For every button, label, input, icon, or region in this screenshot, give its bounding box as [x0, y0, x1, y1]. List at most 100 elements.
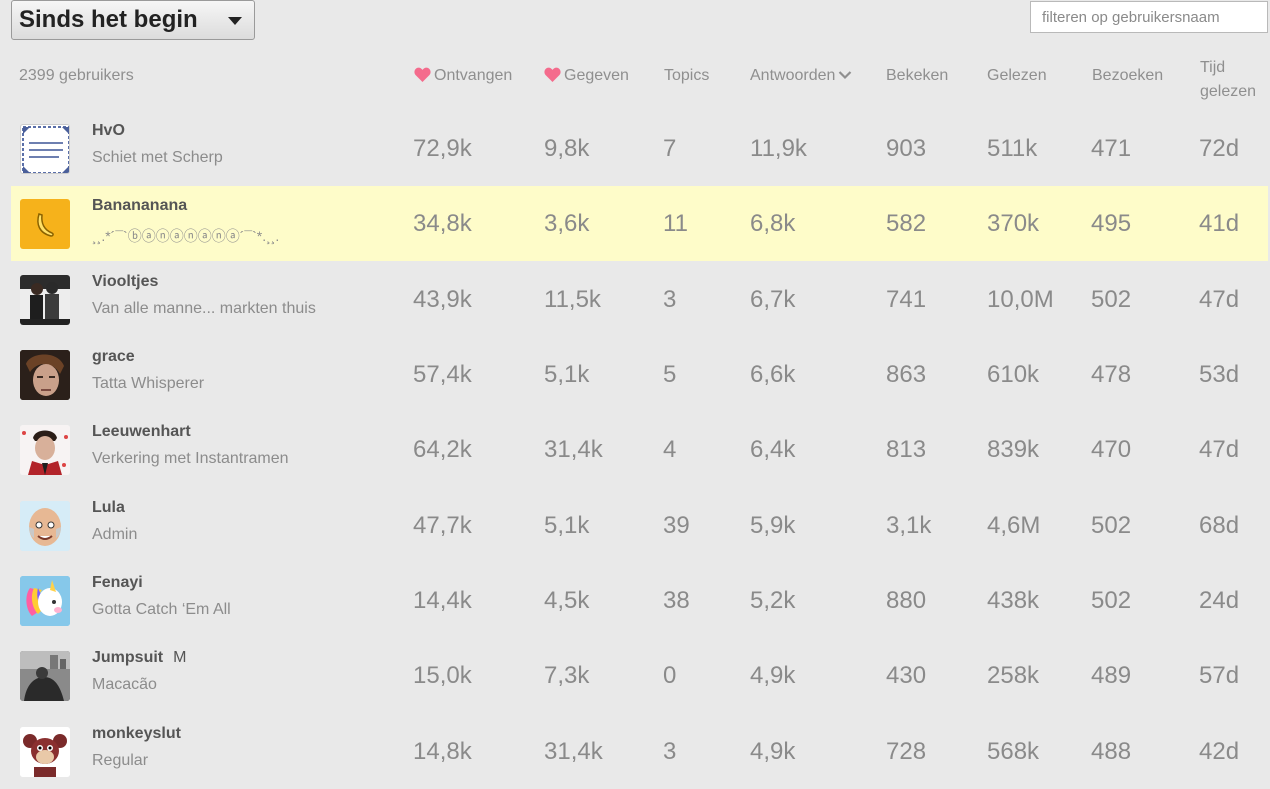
username: monkeyslut [92, 725, 181, 742]
viewed-count: 903 [886, 135, 927, 162]
time-read: 41d [1199, 210, 1240, 237]
visits-count: 502 [1091, 512, 1132, 539]
viewed-count: 813 [886, 436, 927, 463]
user-title: Van alle manne... markten thuis [92, 300, 316, 317]
username-filter-input[interactable] [1030, 1, 1268, 33]
replies-count: 6,8k [750, 210, 796, 237]
received-count: 15,0k [413, 662, 472, 689]
given-count: 5,1k [544, 512, 590, 539]
column-header-topics[interactable]: Topics [664, 67, 709, 85]
received-count: 64,2k [413, 436, 472, 463]
read-count: 258k [987, 662, 1040, 689]
column-header-given[interactable]: Gegeven [544, 67, 629, 85]
username-link[interactable]: Fenayi [92, 574, 143, 592]
column-header-time-read[interactable]: Tijd gelezen [1200, 56, 1256, 104]
read-count: 370k [987, 210, 1040, 237]
table-row: Fenayi Gotta Catch ‘Em All 14,4k 4,5k 38… [11, 563, 1268, 638]
user-count: 2399 gebruikers [19, 67, 134, 84]
username: Leeuwenhart [92, 423, 191, 440]
username-link[interactable]: monkeyslut [92, 725, 181, 743]
username: Fenayi [92, 574, 143, 591]
read-count: 511k [987, 135, 1038, 162]
replies-count: 4,9k [750, 662, 796, 689]
read-count: 610k [987, 361, 1040, 388]
tile-avatar[interactable] [20, 124, 70, 174]
given-count: 3,6k [544, 210, 590, 237]
username-link[interactable]: grace [92, 348, 135, 366]
unicorn-avatar[interactable] [20, 576, 70, 626]
user-title: Regular [92, 752, 149, 769]
bw-photo-avatar[interactable] [20, 651, 70, 701]
column-header-viewed[interactable]: Bekeken [886, 67, 948, 85]
time-read: 42d [1199, 738, 1240, 765]
table-row: Banananana ¸¸.*´¯`ⓑⓐⓝⓐⓝⓐⓝⓐ´¯`*.¸¸. 34,8k… [11, 186, 1268, 261]
time-read: 68d [1199, 512, 1240, 539]
column-header-received[interactable]: Ontvangen [414, 67, 512, 85]
replies-count: 11,9k [750, 135, 807, 162]
user-title: Gotta Catch ‘Em All [92, 601, 231, 618]
topics-count: 39 [663, 512, 690, 539]
user-title: Schiet met Scherp [92, 149, 223, 166]
caret-down-icon [228, 17, 242, 25]
replies-count: 6,6k [750, 361, 796, 388]
monkey-avatar[interactable] [20, 727, 70, 777]
bald-man-avatar[interactable] [20, 501, 70, 551]
username-link[interactable]: Viooltjes [92, 273, 158, 291]
table-row: Jumpsuit M Macacão 15,0k 7,3k 0 4,9k 430 … [11, 638, 1268, 713]
user-badge: M [173, 649, 187, 666]
topics-count: 7 [663, 135, 677, 162]
viewed-count: 880 [886, 587, 927, 614]
visits-count: 470 [1091, 436, 1132, 463]
replies-count: 6,4k [750, 436, 796, 463]
received-count: 34,8k [413, 210, 472, 237]
table-row: Lula Admin 47,7k 5,1k 39 5,9k 3,1k 4,6M … [11, 488, 1268, 563]
column-header-visits[interactable]: Bezoeken [1092, 67, 1163, 85]
replies-count: 5,9k [750, 512, 796, 539]
time-read: 47d [1199, 436, 1240, 463]
time-read: 47d [1199, 286, 1240, 313]
given-count: 11,5k [544, 286, 601, 313]
given-count: 9,8k [544, 135, 590, 162]
couple-avatar[interactable] [20, 275, 70, 325]
viewed-count: 430 [886, 662, 927, 689]
table-row: Viooltjes Van alle manne... markten thui… [11, 262, 1268, 337]
username-link[interactable]: HvO [92, 122, 125, 140]
man-avatar[interactable] [20, 425, 70, 475]
username: Banananana [92, 197, 188, 214]
received-count: 57,4k [413, 361, 472, 388]
received-count: 47,7k [413, 512, 472, 539]
table-row: monkeyslut Regular 14,8k 31,4k 3 4,9k 72… [11, 714, 1268, 789]
period-select-label: Sinds het begin [19, 6, 198, 33]
given-count: 31,4k [544, 436, 603, 463]
given-count: 5,1k [544, 361, 590, 388]
viewed-count: 3,1k [886, 512, 932, 539]
visits-count: 489 [1091, 662, 1132, 689]
user-title: Macacão [92, 676, 157, 693]
viewed-count: 728 [886, 738, 927, 765]
user-title: Admin [92, 526, 138, 543]
username-link[interactable]: Jumpsuit M [92, 649, 186, 667]
time-read: 72d [1199, 135, 1240, 162]
topics-count: 11 [663, 210, 688, 237]
topics-count: 38 [663, 587, 690, 614]
username-link[interactable]: Lula [92, 499, 125, 517]
username-link[interactable]: Leeuwenhart [92, 423, 191, 441]
topics-count: 5 [663, 361, 677, 388]
read-count: 4,6M [987, 512, 1041, 539]
topics-count: 3 [663, 286, 677, 313]
time-read: 53d [1199, 361, 1240, 388]
viewed-count: 582 [886, 210, 927, 237]
username-link[interactable]: Banananana [92, 197, 187, 215]
banana-avatar[interactable] [20, 199, 70, 249]
column-header-time-read-line1: Tijd [1200, 59, 1226, 76]
given-count: 31,4k [544, 738, 603, 765]
visits-count: 478 [1091, 361, 1132, 388]
table-row: grace Tatta Whisperer 57,4k 5,1k 5 6,6k … [11, 337, 1268, 412]
read-count: 568k [987, 738, 1040, 765]
period-select[interactable]: Sinds het begin [11, 0, 255, 40]
column-header-read[interactable]: Gelezen [987, 67, 1047, 85]
visits-count: 495 [1091, 210, 1132, 237]
viewed-count: 741 [886, 286, 927, 313]
column-header-replies[interactable]: Antwoorden [750, 67, 852, 85]
face-avatar[interactable] [20, 350, 70, 400]
